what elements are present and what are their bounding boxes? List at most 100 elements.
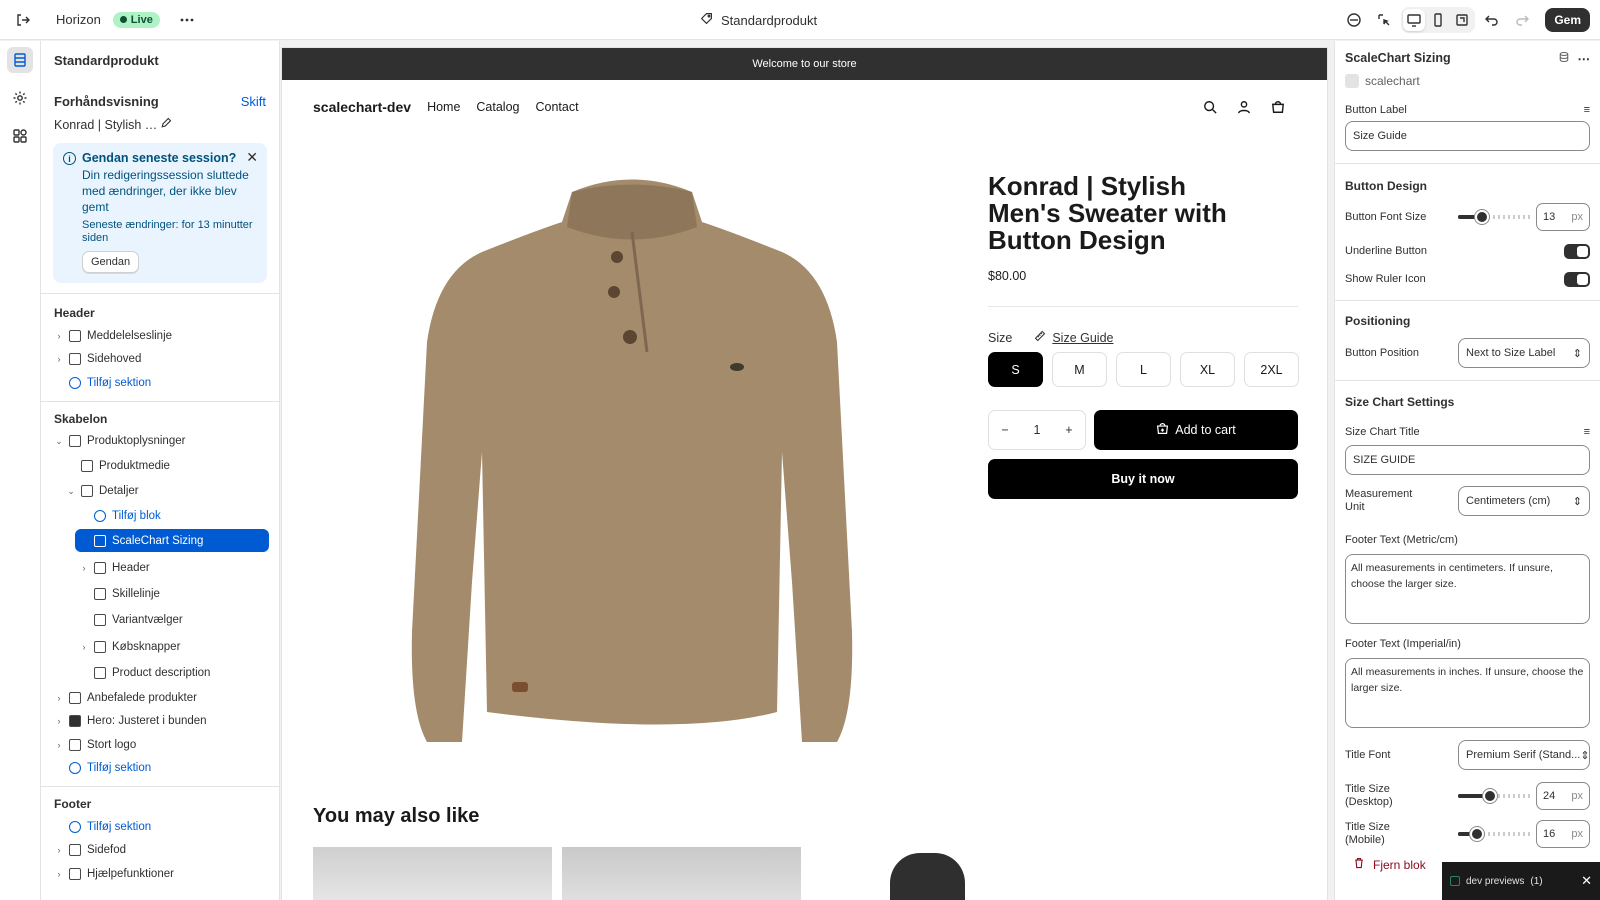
save-button[interactable]: Gem <box>1545 8 1590 32</box>
chevron-right-icon[interactable]: › <box>78 563 90 573</box>
redo-icon[interactable] <box>1509 7 1535 33</box>
cart-icon[interactable] <box>1270 99 1286 115</box>
tree-item-footer[interactable]: › Sidefod <box>41 839 279 863</box>
apps-icon[interactable] <box>7 123 33 149</box>
slider-track[interactable] <box>1458 827 1530 841</box>
sections-icon[interactable] <box>7 47 33 73</box>
dynamic-source-icon[interactable]: ≡ <box>1584 426 1590 438</box>
mobile-icon[interactable] <box>1427 9 1449 31</box>
add-section-template[interactable]: Tilføj sektion <box>41 757 279 781</box>
slider-track[interactable] <box>1458 789 1530 803</box>
recommended-product-card[interactable] <box>562 847 801 900</box>
size-option-s[interactable]: S <box>988 352 1043 387</box>
button-two <box>608 286 620 298</box>
tree-item-product-info[interactable]: ⌄ Produktoplysninger <box>41 430 279 454</box>
size-option-xl[interactable]: XL <box>1180 352 1235 387</box>
restore-button[interactable]: Gendan <box>82 251 140 273</box>
slider-track[interactable] <box>1458 210 1530 224</box>
tree-item-recommended[interactable]: › Anbefalede produkter <box>41 686 279 710</box>
store-brand[interactable]: scalechart-dev <box>313 99 411 115</box>
size-option-l[interactable]: L <box>1116 352 1171 387</box>
slider-knob[interactable] <box>1470 827 1484 841</box>
tree-item-variant-picker[interactable]: Variantvælger <box>41 607 279 633</box>
tree-item-announcement-bar[interactable]: › Meddelelseslinje <box>41 324 279 348</box>
undo-icon[interactable] <box>1479 7 1505 33</box>
nav-link-home[interactable]: Home <box>427 100 460 114</box>
tree-item-header[interactable]: › Sidehoved <box>41 348 279 372</box>
chevron-right-icon[interactable]: › <box>53 845 65 855</box>
tree-item-block-header[interactable]: › Header <box>41 554 279 581</box>
tree-item-product-description[interactable]: Product description <box>41 660 279 686</box>
inspector-icon[interactable] <box>1371 7 1397 33</box>
tree-item-divider[interactable]: Skillelinje <box>41 581 279 607</box>
tree-item-hero[interactable]: › Hero: Justeret i bunden <box>41 710 279 734</box>
tree-item-product-media[interactable]: Produktmedie <box>41 453 279 479</box>
recommended-product-card[interactable] <box>313 847 552 900</box>
nav-link-contact[interactable]: Contact <box>536 100 579 114</box>
slider-knob[interactable] <box>1475 210 1489 224</box>
size-option-2xl[interactable]: 2XL <box>1244 352 1299 387</box>
font-size-input[interactable]: 13 px <box>1536 203 1590 231</box>
edit-pencil-icon[interactable] <box>160 117 266 132</box>
buy-now-button[interactable]: Buy it now <box>988 459 1298 499</box>
chevron-right-icon[interactable]: › <box>53 354 65 364</box>
recommended-product-card[interactable] <box>890 853 965 900</box>
chevron-right-icon[interactable]: › <box>53 740 65 750</box>
add-to-cart-button[interactable]: Add to cart <box>1094 410 1298 450</box>
preview-change-link[interactable]: Skift <box>241 94 266 109</box>
chevron-right-icon[interactable]: › <box>53 693 65 703</box>
close-icon[interactable]: ✕ <box>246 149 258 166</box>
fullscreen-icon[interactable] <box>1451 9 1473 31</box>
dynamic-source-icon[interactable]: ≡ <box>1584 104 1590 116</box>
size-option-m[interactable]: M <box>1052 352 1107 387</box>
title-size-mobile-input[interactable]: 16 px <box>1536 820 1590 848</box>
chevron-down-icon[interactable]: ⌄ <box>53 436 65 447</box>
chevron-right-icon[interactable]: › <box>53 869 65 879</box>
underline-toggle[interactable] <box>1564 243 1590 259</box>
tree-item-details[interactable]: ⌄ Detaljer <box>41 479 279 503</box>
desktop-icon[interactable] <box>1403 9 1426 31</box>
block-settings-panel: ScaleChart Sizing ⋯ scalechart Button La… <box>1334 41 1600 900</box>
chart-title-input[interactable]: SIZE GUIDE <box>1345 445 1590 475</box>
button-label-input[interactable]: Size Guide <box>1345 121 1590 151</box>
more-icon[interactable] <box>174 7 200 33</box>
unit-select[interactable]: Centimeters (cm) ⇕ <box>1458 486 1590 516</box>
add-block[interactable]: Tilføj blok <box>41 503 279 529</box>
footer-metric-textarea[interactable]: All measurements in centimeters. If unsu… <box>1345 554 1590 624</box>
chevron-down-icon[interactable]: ⌄ <box>65 486 77 497</box>
chevron-right-icon[interactable]: › <box>78 642 90 652</box>
position-select[interactable]: Next to Size Label ⇕ <box>1458 338 1590 368</box>
settings-gear-icon[interactable] <box>7 85 33 111</box>
group-icon <box>81 485 93 497</box>
tree-item-utilities[interactable]: › Hjælpefunktioner <box>41 862 279 886</box>
dev-previews-toast[interactable]: dev previews (1) ✕ <box>1442 862 1600 900</box>
footer-imperial-textarea[interactable]: All measurements in inches. If unsure, c… <box>1345 658 1590 728</box>
title-size-desktop-input[interactable]: 24 px <box>1536 782 1590 810</box>
account-icon[interactable] <box>1236 99 1252 115</box>
remove-block-button[interactable]: Fjern blok <box>1353 857 1426 872</box>
add-section-header[interactable]: Tilføj sektion <box>41 371 279 395</box>
tree-item-large-logo[interactable]: › Stort logo <box>41 733 279 757</box>
database-icon[interactable] <box>1558 51 1570 66</box>
plus-icon[interactable]: + <box>1065 423 1072 437</box>
tree-item-scalechart-sizing[interactable]: ScaleChart Sizing <box>75 529 269 552</box>
ruler-toggle[interactable] <box>1564 271 1590 287</box>
product-image[interactable] <box>382 152 882 752</box>
chevron-right-icon[interactable]: › <box>53 716 65 726</box>
tree-item-buy-buttons[interactable]: › Købsknapper <box>41 633 279 660</box>
close-icon[interactable]: ✕ <box>1581 873 1592 889</box>
exit-icon[interactable] <box>10 7 36 33</box>
search-icon[interactable] <box>1202 99 1218 115</box>
announcement-bar: Welcome to our store <box>282 48 1327 80</box>
page-selector[interactable]: Standardprodukt <box>700 0 817 40</box>
add-section-footer[interactable]: Tilføj sektion <box>41 815 279 839</box>
quantity-value[interactable]: 1 <box>1034 423 1041 437</box>
title-font-select[interactable]: Premium Serif (Stand... ⇕ <box>1458 740 1590 770</box>
slider-knob[interactable] <box>1483 789 1497 803</box>
size-guide-link[interactable]: Size Guide <box>1034 330 1113 345</box>
nav-link-catalog[interactable]: Catalog <box>476 100 519 114</box>
minus-icon[interactable]: − <box>1001 423 1008 437</box>
preview-icon[interactable] <box>1341 7 1367 33</box>
chevron-right-icon[interactable]: › <box>53 331 65 341</box>
more-icon[interactable]: ⋯ <box>1578 51 1591 66</box>
